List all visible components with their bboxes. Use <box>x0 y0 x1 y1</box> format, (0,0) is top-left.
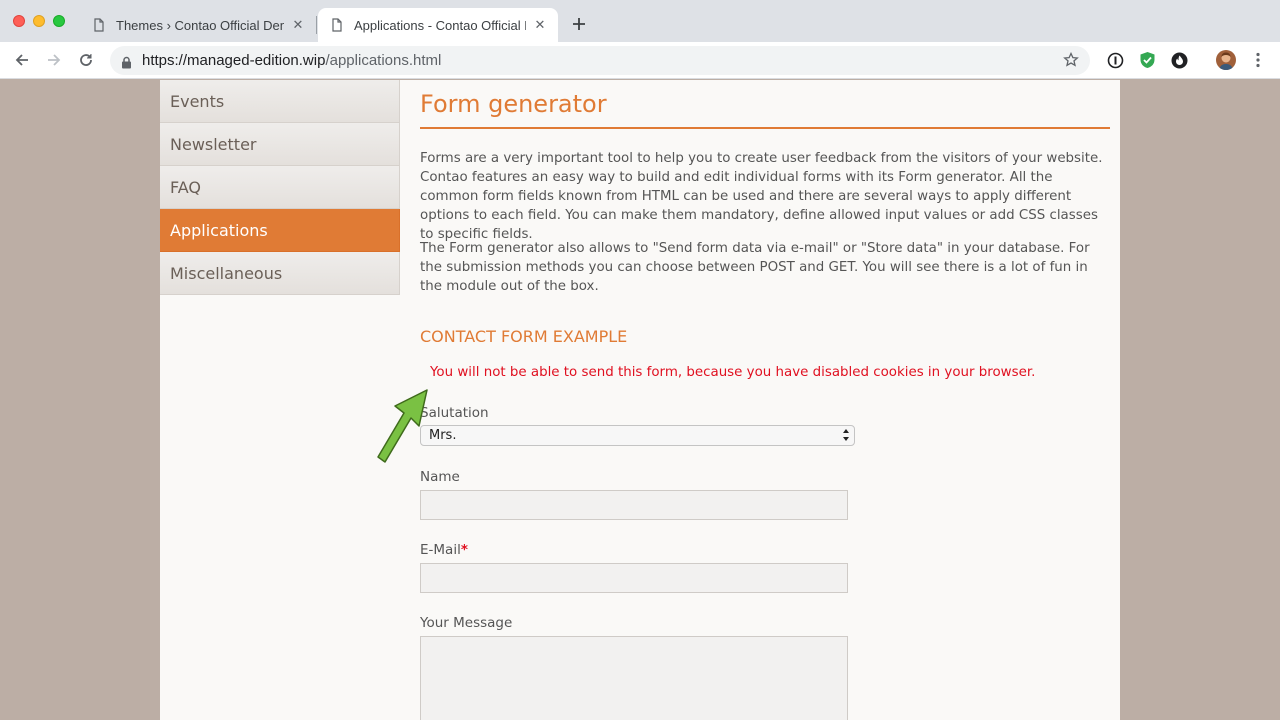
tab-divider <box>316 16 317 34</box>
lock-icon <box>121 54 132 73</box>
page-icon <box>92 18 106 32</box>
page-content: Events Newsletter FAQ Applications Misce… <box>160 80 1120 720</box>
browser-toolbar: https://managed-edition.wip/applications… <box>0 42 1280 79</box>
intro-paragraph: Forms are a very important tool to help … <box>420 151 1103 242</box>
email-label: E-Mail* <box>420 542 468 558</box>
window-maximize-button[interactable] <box>53 15 65 27</box>
submission-paragraph: The Form generator also allows to "Send … <box>420 241 1090 294</box>
email-label-text: E-Mail <box>420 542 461 558</box>
sidebar-item-newsletter[interactable]: Newsletter <box>160 123 400 166</box>
annotation-arrow-icon <box>375 388 431 470</box>
browser-tab-applications[interactable]: Applications - Contao Official Demo ✕ <box>318 8 558 42</box>
name-label: Name <box>420 469 460 485</box>
form-heading: CONTACT FORM EXAMPLE <box>420 327 628 346</box>
browser-tab-bar: Themes › Contao Official Demo ✕ Applicat… <box>0 0 1280 42</box>
new-tab-button[interactable] <box>568 13 590 35</box>
sidebar-item-miscellaneous[interactable]: Miscellaneous <box>160 252 400 295</box>
salutation-select[interactable]: Mrs. <box>420 425 855 446</box>
address-bar[interactable]: https://managed-edition.wip/applications… <box>110 46 1090 75</box>
reload-button[interactable] <box>76 50 96 70</box>
sidebar-item-applications[interactable]: Applications <box>160 209 400 252</box>
tab-title: Themes › Contao Official Demo <box>116 17 284 33</box>
browser-tab-themes[interactable]: Themes › Contao Official Demo ✕ <box>80 8 316 42</box>
forward-button[interactable] <box>44 50 64 70</box>
avatar[interactable] <box>1216 50 1236 70</box>
window-minimize-button[interactable] <box>33 15 45 27</box>
arrow-right-icon <box>48 54 61 66</box>
sidebar-nav: Events Newsletter FAQ Applications Misce… <box>160 80 400 295</box>
plus-icon <box>573 18 585 30</box>
sidebar-item-label: Applications <box>170 220 268 240</box>
flame-icon[interactable] <box>1170 51 1188 69</box>
bookmark-star-icon[interactable] <box>1063 51 1079 72</box>
back-button[interactable] <box>12 50 32 70</box>
tab-title: Applications - Contao Official Demo <box>354 17 526 33</box>
message-textarea[interactable] <box>420 636 848 720</box>
sidebar-item-label: Miscellaneous <box>170 263 283 283</box>
sidebar-item-events[interactable]: Events <box>160 80 400 123</box>
email-field[interactable] <box>420 563 848 593</box>
window-close-button[interactable] <box>13 15 25 27</box>
url-text: https://managed-edition.wip/applications… <box>142 52 442 69</box>
page-icon <box>330 18 344 32</box>
menu-kebab-icon[interactable] <box>1249 51 1267 69</box>
salutation-selected-value: Mrs. <box>429 428 457 443</box>
page-title: Form generator <box>420 90 607 118</box>
name-field[interactable] <box>420 490 848 520</box>
required-marker: * <box>460 542 468 558</box>
sidebar-item-faq[interactable]: FAQ <box>160 166 400 209</box>
password-manager-icon[interactable] <box>1106 51 1124 69</box>
select-arrows-icon <box>842 428 850 448</box>
sidebar-item-label: FAQ <box>170 177 201 197</box>
close-icon[interactable]: ✕ <box>532 17 548 33</box>
reload-icon <box>80 54 92 66</box>
message-label: Your Message <box>420 615 513 631</box>
title-divider <box>420 127 1110 129</box>
sidebar-item-label: Newsletter <box>170 134 257 154</box>
shield-icon[interactable] <box>1138 51 1156 69</box>
arrow-left-icon <box>15 54 28 66</box>
sidebar-item-label: Events <box>170 91 225 111</box>
close-icon[interactable]: ✕ <box>290 17 306 33</box>
cookie-error-message: You will not be able to send this form, … <box>430 365 1036 380</box>
